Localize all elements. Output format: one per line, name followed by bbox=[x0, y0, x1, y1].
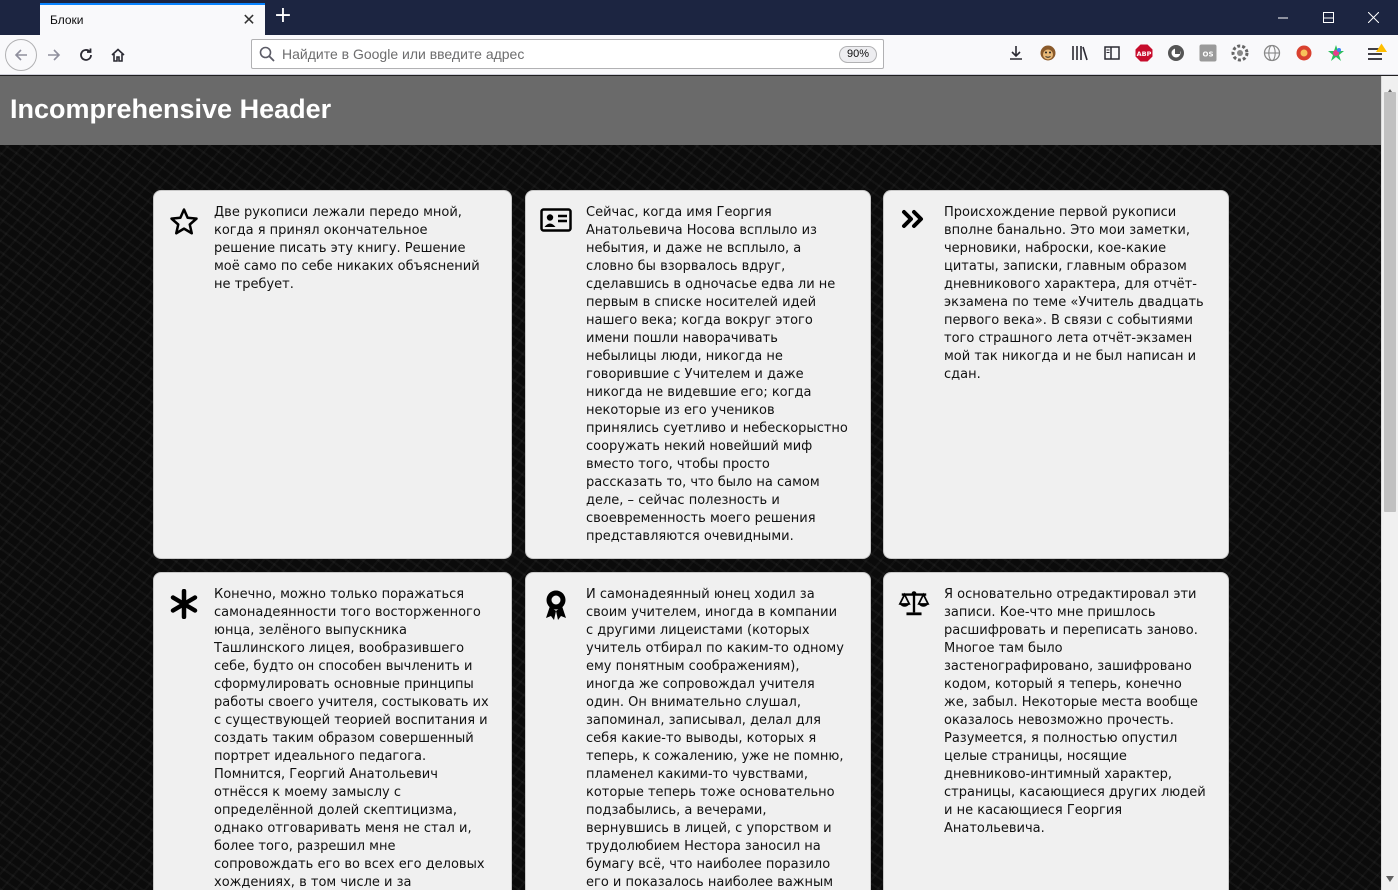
search-icon bbox=[259, 46, 275, 66]
card: И самонадеянный юнец ходил за своим учит… bbox=[525, 572, 871, 890]
card-text: Я основательно отредактировал эти записи… bbox=[944, 587, 1206, 836]
globe-icon[interactable] bbox=[1262, 43, 1282, 63]
card-text: Две рукописи лежали передо мной, когда я… bbox=[214, 205, 480, 292]
award-ribbon-icon bbox=[540, 589, 572, 621]
page-viewport: Incomprehensive Header Две рукописи лежа… bbox=[0, 76, 1381, 890]
tab-close-icon[interactable]: ✕ bbox=[239, 10, 259, 30]
library-icon[interactable] bbox=[1070, 43, 1090, 63]
gear-extension-icon[interactable] bbox=[1230, 43, 1250, 63]
nav-toolbar: 90% ABP OS bbox=[0, 35, 1398, 75]
tab-bar: Блоки ✕ + bbox=[0, 0, 1398, 35]
star-icon bbox=[168, 207, 200, 239]
scroll-down-icon[interactable] bbox=[1386, 867, 1394, 886]
new-tab-button[interactable]: + bbox=[270, 4, 296, 30]
home-icon[interactable] bbox=[102, 39, 134, 71]
card: Две рукописи лежали передо мной, когда я… bbox=[153, 190, 512, 559]
balance-scale-icon bbox=[898, 589, 930, 621]
minimize-button[interactable] bbox=[1260, 0, 1306, 35]
abp-icon[interactable]: ABP bbox=[1134, 43, 1154, 63]
card: Я основательно отредактировал эти записи… bbox=[883, 572, 1229, 890]
download-icon[interactable] bbox=[1006, 43, 1026, 63]
hamburger-menu-icon[interactable] bbox=[1366, 43, 1388, 65]
os-label: OS bbox=[1203, 51, 1214, 59]
sidebar-icon[interactable] bbox=[1102, 43, 1122, 63]
forward-icon[interactable] bbox=[38, 39, 70, 71]
zoom-level-badge[interactable]: 90% bbox=[838, 46, 877, 63]
back-icon[interactable] bbox=[5, 39, 37, 71]
reload-icon[interactable] bbox=[70, 39, 102, 71]
page-title: Incomprehensive Header bbox=[10, 94, 332, 124]
red-extension-icon[interactable] bbox=[1294, 43, 1314, 63]
double-chevron-right-icon bbox=[898, 207, 930, 239]
maximize-icon[interactable] bbox=[1305, 0, 1351, 35]
os-icon[interactable]: OS bbox=[1198, 43, 1218, 63]
card: Сейчас, когда имя Георгия Анатольевича Н… bbox=[525, 190, 871, 559]
monkey-icon[interactable] bbox=[1038, 43, 1058, 63]
scroll-thumb[interactable] bbox=[1384, 92, 1396, 512]
url-input[interactable] bbox=[282, 40, 822, 68]
close-window-icon[interactable] bbox=[1350, 0, 1396, 35]
card-text: Происхождение первой рукописи вполне бан… bbox=[944, 205, 1204, 382]
card: Происхождение первой рукописи вполне бан… bbox=[883, 190, 1229, 559]
page-header: Incomprehensive Header bbox=[0, 76, 1381, 145]
asterisk-icon bbox=[168, 589, 200, 621]
tab-title: Блоки bbox=[50, 13, 84, 27]
privacy-icon[interactable] bbox=[1166, 43, 1186, 63]
card-text: Конечно, можно только поражаться самонад… bbox=[214, 587, 489, 890]
puzzle-extension-icon[interactable] bbox=[1326, 43, 1346, 63]
tab-active[interactable]: Блоки ✕ bbox=[40, 3, 265, 35]
card-text: И самонадеянный юнец ходил за своим учит… bbox=[586, 587, 844, 890]
id-card-icon bbox=[540, 207, 572, 239]
abp-label: ABP bbox=[1137, 50, 1152, 58]
card-text: Сейчас, когда имя Георгия Анатольевича Н… bbox=[586, 205, 848, 544]
url-bar[interactable]: 90% bbox=[251, 39, 884, 69]
page-scrollbar[interactable] bbox=[1381, 76, 1398, 890]
card: Конечно, можно только поражаться самонад… bbox=[153, 572, 512, 890]
